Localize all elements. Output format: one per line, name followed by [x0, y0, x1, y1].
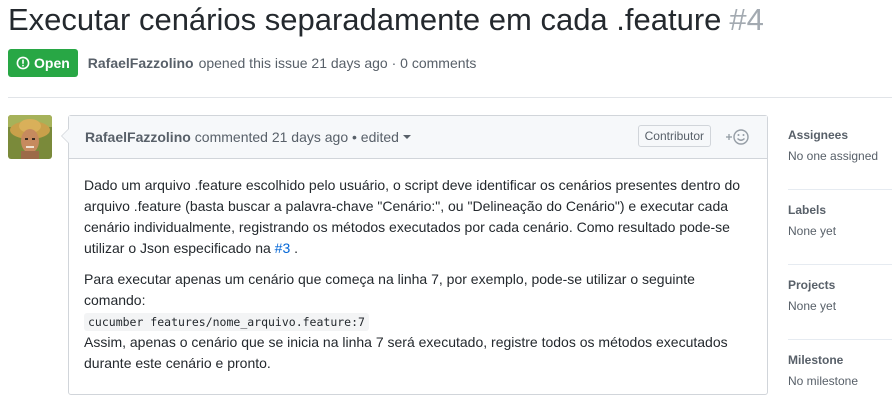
sidebar-assignees: Assignees No one assigned [788, 115, 892, 190]
comment-box: RafaelFazzolino commented 21 days ago • … [61, 115, 768, 395]
comment-p1-text: Dado um arquivo .feature escolhido pelo … [84, 177, 741, 256]
issue-title-text: Executar cenários separadamente em cada … [8, 2, 722, 37]
contributor-badge: Contributor [637, 125, 711, 147]
chevron-down-icon[interactable] [402, 135, 411, 139]
comment-body: Dado um arquivo .feature escolhido pelo … [69, 159, 767, 374]
issue-meta: Open RafaelFazzolino opened this issue 2… [8, 49, 476, 77]
labels-value: None yet [788, 224, 837, 238]
comment-header: RafaelFazzolino commented 21 days ago • … [69, 116, 767, 159]
issue-sidebar: Assignees No one assigned Labels None ye… [788, 115, 892, 401]
projects-label[interactable]: Projects [788, 265, 892, 299]
labels-label[interactable]: Labels [788, 190, 892, 224]
comment-meta[interactable]: commented 21 days ago • edited [195, 129, 399, 145]
milestone-value: No milestone [788, 374, 859, 388]
projects-value: None yet [788, 299, 837, 313]
comment-author-link[interactable]: RafaelFazzolino [85, 129, 191, 145]
state-label: Open [34, 55, 70, 71]
avatar-image [8, 115, 52, 159]
comment-p2-text: Para executar apenas um cenário que come… [84, 271, 695, 308]
comment-p2-tail: Assim, apenas o cenário que se inicia na… [84, 334, 728, 371]
comment-paragraph-2: Para executar apenas um cenário que come… [84, 269, 751, 374]
smiley-plus-icon [726, 129, 749, 145]
issue-opened-icon [16, 56, 30, 70]
issue-reference-link[interactable]: #3 [275, 240, 291, 256]
milestone-label[interactable]: Milestone [788, 340, 892, 374]
sidebar-milestone: Milestone No milestone [788, 340, 892, 401]
issue-opened-text: opened this issue 21 days ago · 0 commen… [198, 55, 477, 71]
comment-paragraph-1: Dado um arquivo .feature escolhido pelo … [84, 175, 751, 259]
open-state-badge: Open [8, 49, 78, 77]
sidebar-labels: Labels None yet [788, 190, 892, 265]
issue-title: Executar cenários separadamente em cada … [8, 2, 764, 38]
add-reaction-button[interactable] [725, 127, 751, 147]
issue-number: #4 [729, 2, 764, 37]
command-code: cucumber features/nome_arquivo.feature:7 [84, 313, 369, 331]
avatar[interactable] [8, 115, 52, 159]
sidebar-projects: Projects None yet [788, 265, 892, 340]
issue-author-link[interactable]: RafaelFazzolino [88, 55, 194, 71]
assignees-label[interactable]: Assignees [788, 115, 892, 149]
comment-p1-end: . [294, 240, 299, 256]
header-divider [8, 97, 892, 98]
assignees-value: No one assigned [788, 149, 879, 163]
